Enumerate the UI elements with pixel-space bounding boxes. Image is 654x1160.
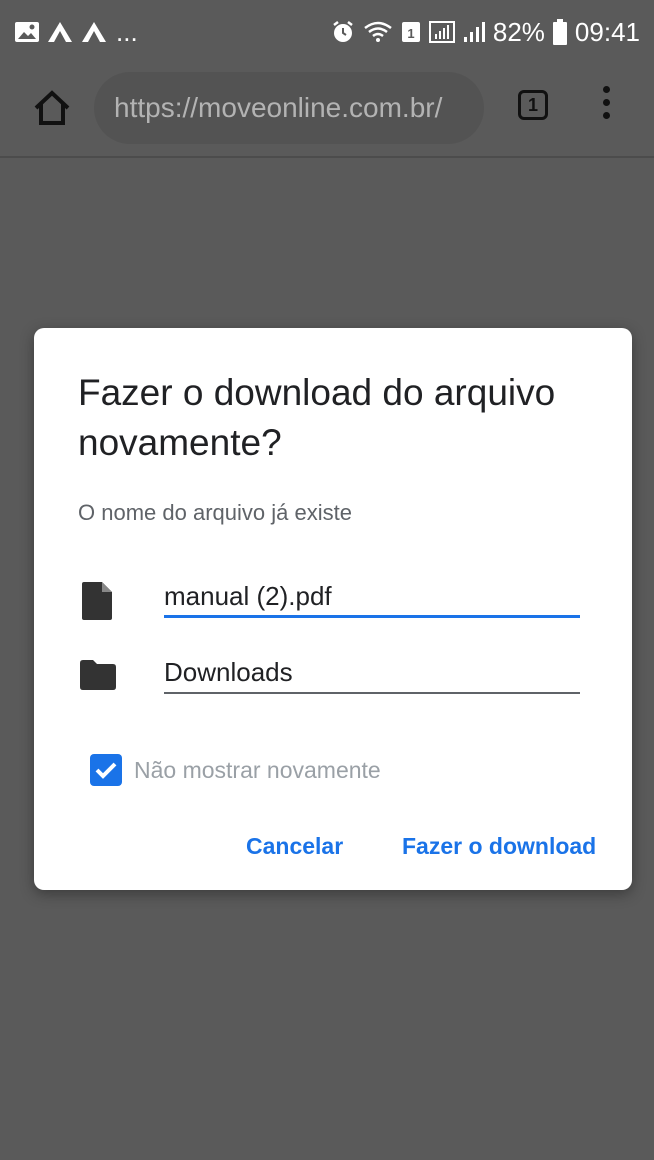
battery-percent: 82% (492, 16, 545, 47)
gallery-icon (15, 22, 39, 42)
sim-icon: 1 (401, 22, 420, 42)
url-text: https://moveonline.com.br/ (114, 92, 443, 123)
wifi-calling-icon (364, 21, 392, 42)
download-button[interactable]: Fazer o download (402, 826, 596, 866)
download-again-dialog: Fazer o download do arquivo novamente? O… (34, 328, 632, 890)
address-bar[interactable]: https://moveonline.com.br/ (94, 72, 484, 144)
file-icon (82, 582, 112, 620)
app-a-icon (48, 22, 72, 42)
dont-show-again-checkbox[interactable] (90, 754, 122, 786)
app-a-icon-2 (82, 22, 106, 42)
browser-toolbar: https://moveonline.com.br/ 1 (0, 64, 654, 158)
checkmark-icon (95, 762, 117, 779)
svg-text:1: 1 (407, 26, 414, 41)
filename-input[interactable]: manual (2).pdf (164, 574, 580, 618)
dont-show-again-label[interactable]: Não mostrar novamente (134, 754, 381, 786)
status-bar: ... 1 82% 09:41 (0, 0, 654, 64)
alarm-icon (333, 21, 353, 42)
menu-dot-icon (602, 86, 610, 93)
more-notifications: ... (116, 17, 138, 47)
status-notifications: ... (14, 18, 138, 46)
overflow-menu-button[interactable] (596, 86, 616, 130)
tab-switcher-button[interactable]: 1 (518, 90, 548, 120)
status-system: 1 82% 09:41 (331, 16, 640, 48)
dialog-title: Fazer o download do arquivo novamente? (78, 372, 556, 463)
clock: 09:41 (574, 16, 640, 47)
home-button[interactable] (30, 86, 74, 130)
menu-dot-icon (602, 112, 610, 119)
location-field[interactable]: Downloads (164, 650, 580, 694)
cancel-button[interactable]: Cancelar (246, 826, 343, 866)
dialog-subtitle: O nome do arquivo já existe (78, 500, 352, 525)
menu-dot-icon (602, 99, 610, 106)
signal-box-icon (428, 21, 455, 43)
home-icon (34, 90, 70, 125)
battery-icon (552, 19, 567, 45)
folder-icon (80, 660, 116, 690)
signal-bars-icon (463, 22, 485, 42)
